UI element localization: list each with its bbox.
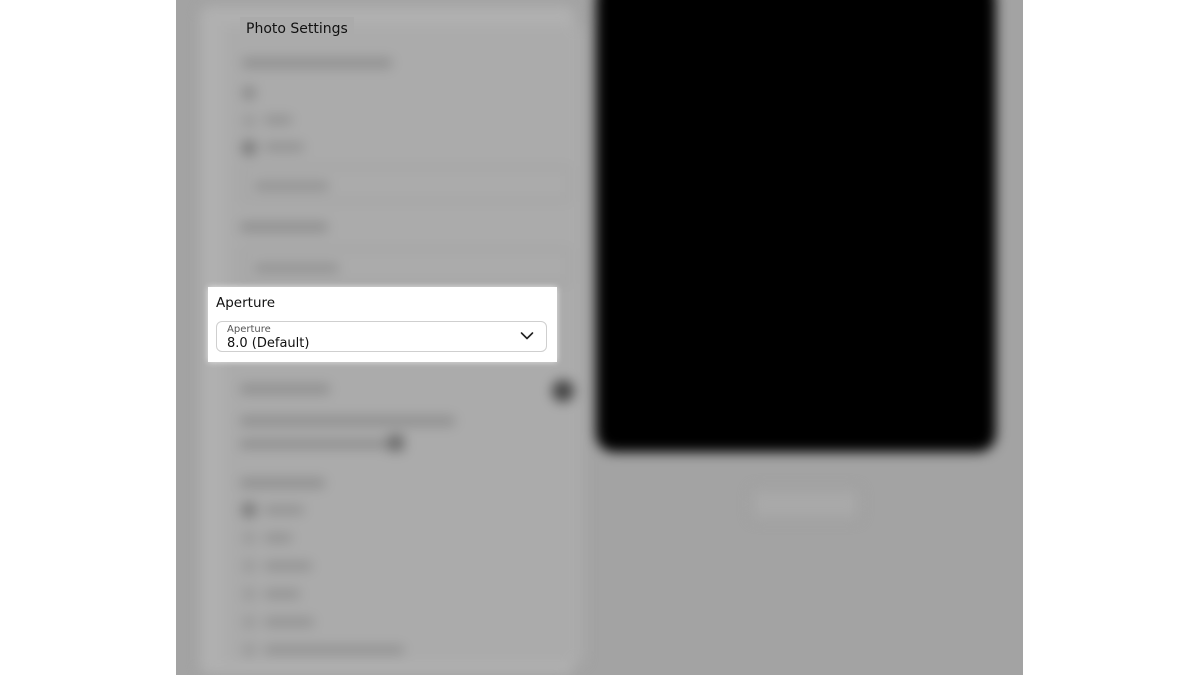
blurred-radio	[242, 587, 256, 601]
blurred-text	[240, 416, 455, 426]
blurred-text	[264, 143, 304, 151]
aperture-heading: Aperture	[216, 295, 276, 311]
blurred-text	[264, 562, 312, 570]
aperture-select-label: Aperture	[227, 324, 271, 335]
blurred-radio	[242, 615, 256, 629]
blurred-text	[264, 618, 314, 626]
blurred-radio	[242, 643, 256, 657]
blurred-radio	[242, 531, 256, 545]
blurred-text	[264, 646, 404, 654]
blurred-text	[264, 116, 292, 124]
blurred-slider-knob	[388, 435, 404, 451]
blurred-radio	[242, 114, 256, 128]
blurred-slider-track	[240, 440, 395, 448]
blurred-text	[264, 506, 304, 514]
blurred-checkbox	[242, 141, 256, 155]
blurred-text	[254, 182, 329, 190]
blurred-radio	[242, 86, 256, 100]
blurred-text	[254, 264, 339, 272]
blurred-preview-button	[751, 488, 860, 520]
blurred-text	[240, 478, 325, 488]
page-title: Photo Settings	[240, 17, 354, 41]
blurred-text	[240, 222, 328, 232]
photo-preview	[596, 0, 996, 452]
blurred-text	[264, 590, 300, 598]
blurred-radio	[242, 559, 256, 573]
aperture-select-value: 8.0 (Default)	[227, 336, 310, 351]
blurred-text	[264, 534, 292, 542]
chevron-down-icon	[520, 332, 534, 340]
blurred-checkbox	[242, 503, 256, 517]
blurred-text	[240, 384, 330, 394]
blurred-toggle	[552, 380, 574, 402]
blurred-text	[242, 58, 392, 68]
aperture-select[interactable]: Aperture 8.0 (Default)	[216, 321, 547, 352]
aperture-section: Aperture Aperture 8.0 (Default)	[208, 287, 557, 362]
